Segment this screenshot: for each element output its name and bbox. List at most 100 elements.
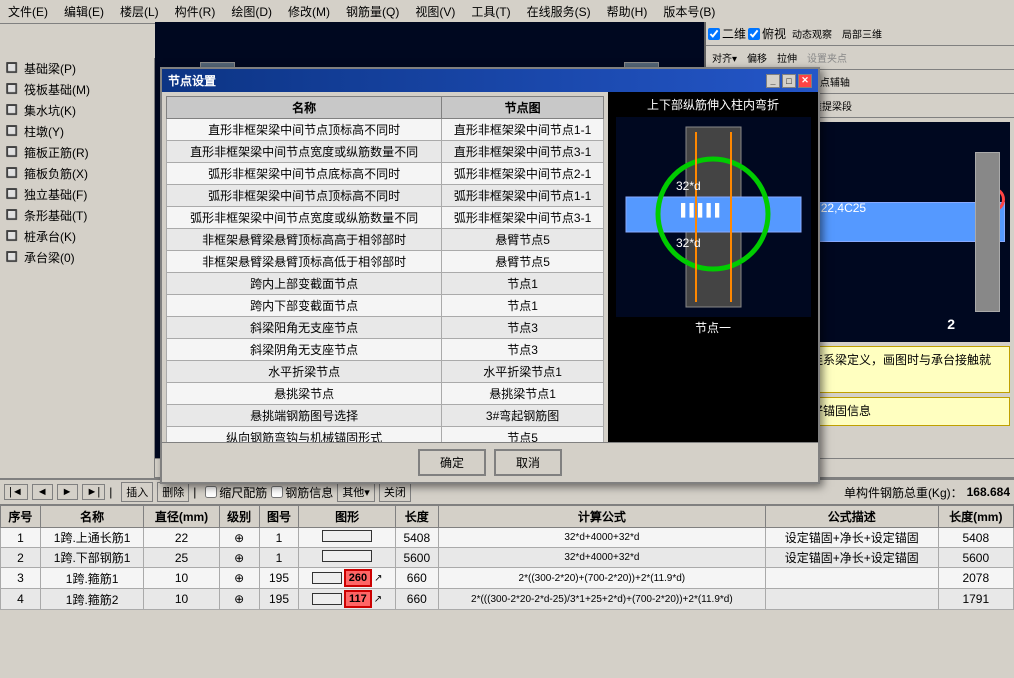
btn-align[interactable]: 对齐▾ — [708, 48, 741, 67]
dialog-table-row[interactable]: 斜梁阴角无支座节点节点3 — [167, 339, 604, 361]
checkbox-top-view[interactable]: 俯视 — [748, 25, 786, 42]
btn-prev-first[interactable]: |◄ — [4, 484, 28, 500]
rebar-table: 序号 名称 直径(mm) 级别 图号 图形 长度 计算公式 公式描述 长度(mm… — [0, 505, 1014, 610]
sidebar-item-strip[interactable]: 🔲 条形基础(T) — [0, 205, 154, 226]
menu-tools[interactable]: 工具(T) — [467, 2, 514, 21]
menubar: 文件(E) 编辑(E) 楼层(L) 构件(R) 绘图(D) 修改(M) 钢筋量(… — [0, 0, 1014, 24]
cell-length: 5600 — [395, 548, 438, 568]
shape-cell — [299, 548, 395, 568]
cell-length: 660 — [395, 589, 438, 610]
menu-version[interactable]: 版本号(B) — [659, 2, 719, 21]
col-length: 长度 — [395, 506, 438, 528]
cell-fig-no: 1 — [259, 528, 299, 548]
menu-help[interactable]: 帮助(H) — [603, 2, 652, 21]
cell-name: 1跨.箍筋1 — [40, 568, 144, 589]
sidebar-item-raft[interactable]: 🔲 筏板基础(M) — [0, 79, 154, 100]
btn-offset[interactable]: 偏移 — [743, 48, 771, 67]
menu-online[interactable]: 在线服务(S) — [523, 2, 595, 21]
dialog-table-row[interactable]: 非框架悬臂梁悬臂顶标高高于相邻部时悬臂节点5 — [167, 229, 604, 251]
dialog-table-row[interactable]: 直形非框架梁中间节点宽度或纵筋数量不同直形非框架梁中间节点3-1 — [167, 141, 604, 163]
node-name-cell: 悬挑端钢筋图号选择 — [167, 405, 442, 427]
dialog-maximize-btn[interactable]: □ — [782, 74, 796, 88]
menu-file[interactable]: 文件(E) — [4, 2, 52, 21]
menu-modify[interactable]: 修改(M) — [284, 2, 334, 21]
sidebar-item-foundation-beam[interactable]: 🔲 基础梁(P) — [0, 58, 154, 79]
btn-next[interactable]: ► — [57, 484, 78, 500]
sidebar-item-column-cap[interactable]: 🔲 柱墩(Y) — [0, 121, 154, 142]
btn-insert[interactable]: 插入 — [121, 482, 153, 502]
dialog-confirm-btn[interactable]: 确定 — [418, 449, 486, 476]
svg-text:32*d: 32*d — [676, 236, 701, 250]
dialog-table-row[interactable]: 非框架悬臂梁悬臂顶标高低于相邻部时悬臂节点5 — [167, 251, 604, 273]
btn-dynamic-obs[interactable]: 动态观察 — [788, 24, 836, 43]
dialog-table-row[interactable]: 悬挑梁节点悬挑梁节点1 — [167, 383, 604, 405]
col-node-fig: 节点图 — [442, 97, 604, 119]
dialog-close-btn[interactable]: ✕ — [798, 74, 812, 88]
sidebar-item-cap-beam[interactable]: 🔲 承台梁(0) — [0, 247, 154, 268]
diagram-title: 上下部纵筋伸入柱内弯折 — [612, 96, 814, 113]
dialog-table-row[interactable]: 水平折梁节点水平折梁节点1 — [167, 361, 604, 383]
dialog-table-row[interactable]: 弧形非框架梁中间节点宽度或纵筋数量不同弧形非框架梁中间节点3-1 — [167, 207, 604, 229]
menu-draw[interactable]: 绘图(D) — [227, 2, 276, 21]
menu-floor[interactable]: 楼层(L) — [116, 2, 163, 21]
col-dia: 直径(mm) — [144, 506, 219, 528]
node-name-cell: 斜梁阳角无支座节点 — [167, 317, 442, 339]
node-fig-cell: 悬臂节点5 — [442, 251, 604, 273]
checkbox-scale-rebar[interactable]: 缩尺配筋 — [205, 484, 267, 501]
sidebar-item-top-rebar[interactable]: 🔲 箍板正筋(R) — [0, 142, 154, 163]
cell-length: 5408 — [395, 528, 438, 548]
cell-no: 1 — [1, 528, 41, 548]
btn-delete[interactable]: 删除 — [157, 482, 189, 502]
sidebar-item-pile-cap[interactable]: 🔲 桩承台(K) — [0, 226, 154, 247]
sidebar-item-isolated[interactable]: 🔲 独立基础(F) — [0, 184, 154, 205]
node-name-cell: 弧形非框架梁中间节点顶标高不同时 — [167, 185, 442, 207]
cell-len-mm: 5600 — [938, 548, 1013, 568]
dialog-table-row[interactable]: 跨内上部变截面节点节点1 — [167, 273, 604, 295]
dialog-table-row[interactable]: 弧形非框架梁中间节点底标高不同时弧形非框架梁中间节点2-1 — [167, 163, 604, 185]
bottom-panel: |◄ ◄ ► ►| | 插入 删除 | 缩尺配筋 钢筋信息 其他▾ 关闭 — [0, 478, 1014, 678]
dialog-table-row[interactable]: 斜梁阳角无支座节点节点3 — [167, 317, 604, 339]
btn-close[interactable]: 关闭 — [379, 482, 411, 502]
menu-edit[interactable]: 编辑(E) — [60, 2, 108, 21]
cell-len-mm: 5408 — [938, 528, 1013, 548]
column-cap-icon: 🔲 — [4, 124, 20, 140]
col-shape: 图形 — [299, 506, 395, 528]
dialog-table-row[interactable]: 悬挑端钢筋图号选择3#弯起钢筋图 — [167, 405, 604, 427]
top-rebar-icon: 🔲 — [4, 145, 20, 161]
node-fig-cell: 弧形非框架梁中间节点1-1 — [442, 185, 604, 207]
node-name-cell: 水平折梁节点 — [167, 361, 442, 383]
node-name-cell: 直形非框架梁中间节点顶标高不同时 — [167, 119, 442, 141]
menu-view[interactable]: 视图(V) — [411, 2, 459, 21]
menu-component[interactable]: 构件(R) — [171, 2, 220, 21]
checkbox-2d[interactable]: 二维 — [708, 25, 746, 42]
node-fig-cell: 水平折梁节点1 — [442, 361, 604, 383]
btn-other[interactable]: 其他▾ — [337, 482, 375, 502]
dialog-table-row[interactable]: 弧形非框架梁中间节点顶标高不同时弧形非框架梁中间节点1-1 — [167, 185, 604, 207]
btn-stretch[interactable]: 拉伸 — [773, 48, 801, 67]
dialog-image-area: 上下部纵筋伸入柱内弯折 — [608, 92, 818, 442]
dialog-cancel-btn[interactable]: 取消 — [494, 449, 562, 476]
sidebar-item-neg-rebar[interactable]: 🔲 箍板负筋(X) — [0, 163, 154, 184]
btn-local-3d[interactable]: 局部三维 — [838, 24, 886, 43]
btn-set-grip[interactable]: 设置夹点 — [803, 48, 851, 67]
node-fig-cell: 节点1 — [442, 273, 604, 295]
btn-prev[interactable]: ◄ — [32, 484, 53, 500]
dialog-minimize-btn[interactable]: _ — [766, 74, 780, 88]
node-fig-cell: 节点1 — [442, 295, 604, 317]
btn-next-last[interactable]: ►| — [82, 484, 106, 500]
dialog-table-row[interactable]: 纵向钢筋弯钩与机械锚固形式节点5 — [167, 427, 604, 443]
col-level: 级别 — [219, 506, 259, 528]
node-settings-table: 名称 节点图 直形非框架梁中间节点顶标高不同时直形非框架梁中间节点1-1直形非框… — [166, 96, 604, 442]
cell-fig-no: 195 — [259, 568, 299, 589]
cell-len-mm: 1791 — [938, 589, 1013, 610]
checkbox-rebar-info[interactable]: 钢筋信息 — [271, 484, 333, 501]
dialog-table-row[interactable]: 跨内下部变截面节点节点1 — [167, 295, 604, 317]
dialog-table-row[interactable]: 直形非框架梁中间节点顶标高不同时直形非框架梁中间节点1-1 — [167, 119, 604, 141]
node-name-cell: 悬挑梁节点 — [167, 383, 442, 405]
menu-rebar[interactable]: 钢筋量(Q) — [342, 2, 403, 21]
node-name-cell: 跨内下部变截面节点 — [167, 295, 442, 317]
rebar-table-row: 3 1跨.箍筋1 10 ⊕ 195 260 ↗ 660 2*((300-2*20… — [1, 568, 1014, 589]
sidebar-item-pit[interactable]: 🔲 集水坑(K) — [0, 100, 154, 121]
rebar-table-row: 1 1跨.上通长筋1 22 ⊕ 1 5408 32*d+4000+32*d 设定… — [1, 528, 1014, 548]
node-fig-cell: 悬挑梁节点1 — [442, 383, 604, 405]
